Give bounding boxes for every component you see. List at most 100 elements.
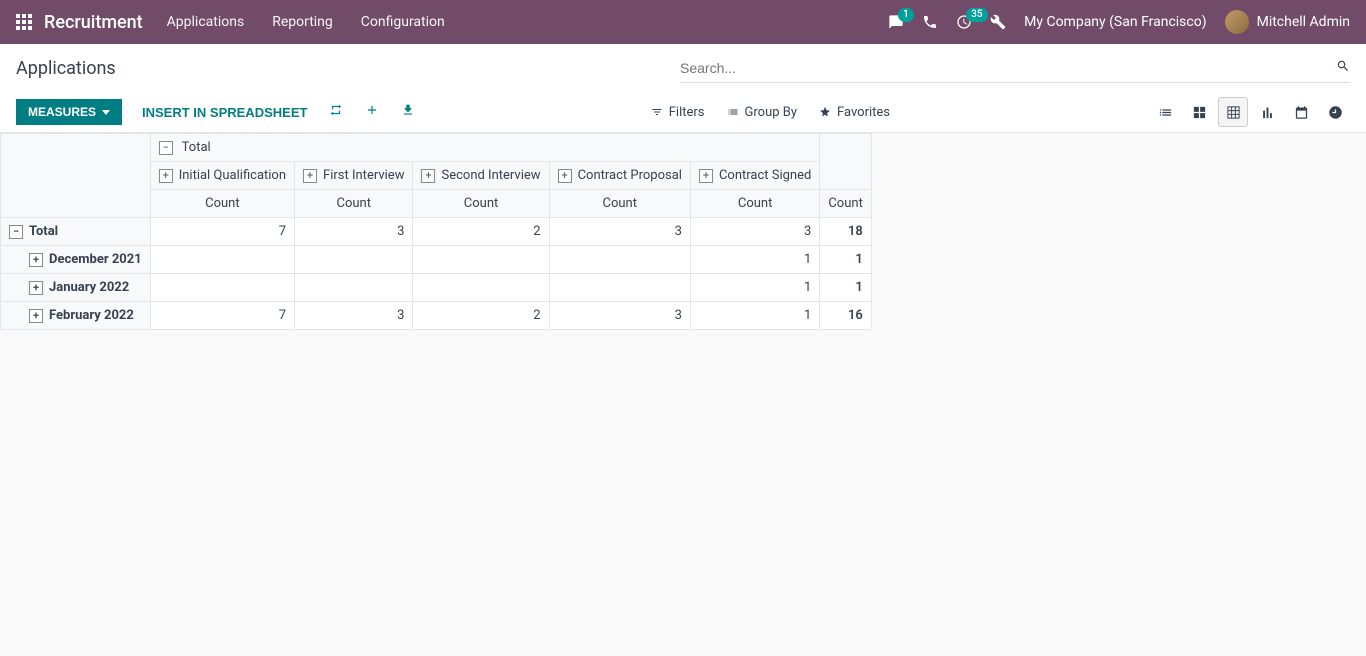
user-name: Mitchell Admin xyxy=(1257,14,1350,30)
count-header: Count xyxy=(413,190,549,218)
pivot-cell[interactable]: 7 xyxy=(150,218,294,246)
pivot-cell[interactable] xyxy=(549,246,690,274)
pivot-cell[interactable]: 3 xyxy=(549,302,690,330)
messages-icon[interactable]: 1 xyxy=(888,14,904,30)
pivot-col-header-2[interactable]: + Second Interview xyxy=(413,162,549,190)
search-bar[interactable] xyxy=(680,53,1350,83)
pivot-cell[interactable]: 1 xyxy=(690,246,819,274)
user-menu[interactable]: Mitchell Admin xyxy=(1225,10,1350,34)
pivot-cell[interactable]: 3 xyxy=(690,218,819,246)
pivot-cell[interactable]: 2 xyxy=(413,218,549,246)
pivot-row-total[interactable]: 1 xyxy=(820,246,871,274)
pivot-cell[interactable]: 7 xyxy=(150,302,294,330)
pivot-row: −Total7323318 xyxy=(1,218,872,246)
pivot-cell[interactable] xyxy=(413,274,549,302)
pivot-col-label: Contract Proposal xyxy=(578,168,682,183)
view-graph-button[interactable] xyxy=(1252,97,1282,127)
pivot-col-header-4[interactable]: + Contract Signed xyxy=(690,162,819,190)
favorites-dropdown[interactable]: Favorites xyxy=(819,105,890,120)
expand-icon[interactable]: + xyxy=(421,169,435,183)
count-header: Count xyxy=(295,190,413,218)
pivot-row-label: February 2022 xyxy=(49,308,134,323)
expand-icon[interactable]: + xyxy=(558,169,572,183)
count-header: Count xyxy=(549,190,690,218)
count-header: Count xyxy=(820,190,871,218)
flip-axis-icon[interactable] xyxy=(329,103,343,121)
page-title: Applications xyxy=(16,58,116,79)
search-input[interactable] xyxy=(680,56,1350,80)
pivot-row-label: Total xyxy=(29,224,58,239)
view-kanban-button[interactable] xyxy=(1184,97,1214,127)
pivot-col-label: Second Interview xyxy=(441,168,540,183)
pivot-col-total-header[interactable]: − Total xyxy=(150,134,820,162)
pivot-row-total[interactable]: 16 xyxy=(820,302,871,330)
pivot-corner xyxy=(1,134,151,218)
pivot-cell[interactable]: 3 xyxy=(295,302,413,330)
apps-icon[interactable] xyxy=(16,14,32,30)
expand-icon[interactable]: + xyxy=(303,169,317,183)
avatar xyxy=(1225,10,1249,34)
pivot-cell[interactable]: 1 xyxy=(690,302,819,330)
pivot-col-label: First Interview xyxy=(323,168,404,183)
pivot-col-header-0[interactable]: + Initial Qualification xyxy=(150,162,294,190)
pivot-row-header[interactable]: + February 2022 xyxy=(1,302,151,330)
pivot-row-total[interactable]: 18 xyxy=(820,218,871,246)
pivot-col-label: Contract Signed xyxy=(719,168,811,183)
app-brand[interactable]: Recruitment xyxy=(44,12,143,33)
view-list-button[interactable] xyxy=(1150,97,1180,127)
pivot-cell[interactable] xyxy=(413,246,549,274)
view-pivot-button[interactable] xyxy=(1218,97,1248,127)
pivot-row: + December 2021 11 xyxy=(1,246,872,274)
expand-all-icon[interactable] xyxy=(365,103,379,121)
pivot-cell[interactable]: 3 xyxy=(295,218,413,246)
pivot-cell[interactable] xyxy=(150,274,294,302)
measures-button[interactable]: MEASURES xyxy=(16,99,122,125)
pivot-col-label: Initial Qualification xyxy=(179,168,286,183)
pivot-total-label: Total xyxy=(182,140,211,155)
groupby-dropdown[interactable]: Group By xyxy=(727,105,798,120)
pivot-cell[interactable] xyxy=(295,246,413,274)
pivot-col-header-3[interactable]: + Contract Proposal xyxy=(549,162,690,190)
caret-down-icon xyxy=(102,110,110,115)
nav-link-reporting[interactable]: Reporting xyxy=(272,14,333,30)
phone-icon[interactable] xyxy=(922,14,938,30)
debug-icon[interactable] xyxy=(990,14,1006,30)
control-panel: Applications MEASURES INSERT IN SPREADSH… xyxy=(0,44,1366,133)
pivot-cell[interactable]: 3 xyxy=(549,218,690,246)
pivot-row-label: December 2021 xyxy=(49,252,142,267)
company-selector[interactable]: My Company (San Francisco) xyxy=(1024,14,1206,30)
pivot-cell[interactable] xyxy=(549,274,690,302)
pivot-col-header-1[interactable]: + First Interview xyxy=(295,162,413,190)
pivot-cell[interactable]: 1 xyxy=(690,274,819,302)
list-icon xyxy=(727,106,739,118)
collapse-icon[interactable]: − xyxy=(159,141,173,155)
filters-dropdown[interactable]: Filters xyxy=(651,105,705,120)
expand-icon[interactable]: + xyxy=(29,281,43,295)
count-header: Count xyxy=(150,190,294,218)
groupby-label: Group By xyxy=(745,105,798,120)
nav-link-applications[interactable]: Applications xyxy=(167,14,245,30)
pivot-row-header[interactable]: + December 2021 xyxy=(1,246,151,274)
collapse-icon[interactable]: − xyxy=(9,225,23,239)
pivot-row-header[interactable]: −Total xyxy=(1,218,151,246)
pivot-cell[interactable] xyxy=(150,246,294,274)
expand-icon[interactable]: + xyxy=(159,169,173,183)
favorites-label: Favorites xyxy=(837,105,890,120)
view-calendar-button[interactable] xyxy=(1286,97,1316,127)
expand-icon[interactable]: + xyxy=(29,309,43,323)
pivot-row-header[interactable]: +January 2022 xyxy=(1,274,151,302)
download-icon[interactable] xyxy=(401,103,415,121)
measures-label: MEASURES xyxy=(28,105,96,119)
search-icon[interactable] xyxy=(1336,59,1350,77)
pivot-row-total[interactable]: 1 xyxy=(820,274,871,302)
pivot-cell[interactable]: 2 xyxy=(413,302,549,330)
activities-icon[interactable]: 35 xyxy=(956,14,972,30)
insert-spreadsheet-button[interactable]: INSERT IN SPREADSHEET xyxy=(142,105,307,120)
pivot-row: +January 2022 11 xyxy=(1,274,872,302)
pivot-row: +February 20227323116 xyxy=(1,302,872,330)
pivot-cell[interactable] xyxy=(295,274,413,302)
expand-icon[interactable]: + xyxy=(29,253,43,267)
expand-icon[interactable]: + xyxy=(699,169,713,183)
view-activity-button[interactable] xyxy=(1320,97,1350,127)
nav-link-configuration[interactable]: Configuration xyxy=(361,14,445,30)
